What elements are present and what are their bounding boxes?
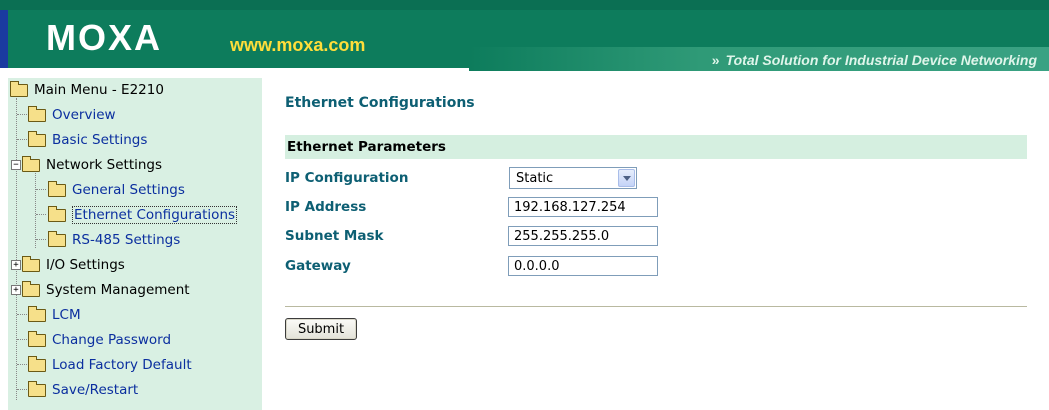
sidebar-item-io-settings[interactable]: + I/O Settings <box>11 254 125 276</box>
header-divider <box>0 71 1049 78</box>
tree-connector <box>16 98 17 400</box>
sidebar-item-label: RS-485 Settings <box>72 232 181 248</box>
tree-connector <box>17 339 27 340</box>
folder-icon <box>28 105 46 122</box>
section-header: Ethernet Parameters <box>285 135 1027 159</box>
sidebar-item-save-restart[interactable]: Save/Restart <box>28 379 138 401</box>
moxa-url-link[interactable]: www.moxa.com <box>230 35 365 55</box>
subnet-mask-input[interactable] <box>508 226 658 246</box>
ip-configuration-select[interactable]: Static <box>509 167 637 189</box>
ip-configuration-value: Static <box>516 171 554 186</box>
page-title: Ethernet Configurations <box>285 95 475 111</box>
tree-connector <box>35 173 36 248</box>
sidebar-item-label: Load Factory Default <box>52 357 192 373</box>
sidebar-item-label: Basic Settings <box>52 132 148 148</box>
sidebar-item-rs485-settings[interactable]: RS-485 Settings <box>48 229 180 251</box>
form-divider <box>285 306 1027 307</box>
main-content: Ethernet Configurations Ethernet Paramet… <box>263 78 1049 410</box>
tagline-text: Total Solution for Industrial Device Net… <box>725 52 1037 68</box>
tree-connector <box>36 189 46 190</box>
open-folder-icon <box>10 80 28 97</box>
sidebar-item-label: Network Settings <box>46 157 163 173</box>
tree-connector <box>36 239 46 240</box>
sidebar-menu-tree: Main Menu - E2210 Overview Basic Setting… <box>8 78 262 410</box>
tree-connector <box>17 114 27 115</box>
tagline: » Total Solution for Industrial Device Ne… <box>712 51 1037 69</box>
header-top-bar <box>0 0 1049 10</box>
tree-connector <box>36 214 46 215</box>
sidebar-item-lcm[interactable]: LCM <box>28 304 81 326</box>
sidebar-item-label: LCM <box>52 307 81 323</box>
expand-icon[interactable]: + <box>11 285 21 295</box>
tree-connector <box>17 139 27 140</box>
folder-icon <box>28 130 46 147</box>
collapse-icon[interactable]: − <box>11 160 21 170</box>
moxa-logo: MOXA <box>46 17 162 58</box>
folder-icon <box>28 330 46 347</box>
tree-connector <box>17 314 27 315</box>
gateway-input[interactable] <box>508 256 658 276</box>
sidebar-item-label: Ethernet Configurations <box>72 206 238 224</box>
folder-icon <box>48 230 66 247</box>
header-banner: MOXA www.moxa.com » Total Solution for In… <box>0 0 1049 78</box>
open-folder-icon <box>22 155 40 172</box>
tree-connector <box>17 389 27 390</box>
sidebar-root-label: Main Menu - E2210 <box>34 82 164 98</box>
folder-icon <box>28 305 46 322</box>
sidebar-item-label: Overview <box>52 107 116 123</box>
gateway-label: Gateway <box>285 258 351 274</box>
sidebar-root: Main Menu - E2210 <box>10 79 164 101</box>
sidebar-item-label: General Settings <box>72 182 185 198</box>
sidebar-item-overview[interactable]: Overview <box>28 104 116 126</box>
folder-icon <box>22 255 40 272</box>
folder-icon <box>28 380 46 397</box>
folder-icon <box>48 180 66 197</box>
sidebar-item-label: Change Password <box>52 332 172 348</box>
ip-address-label: IP Address <box>285 199 367 215</box>
ip-address-input[interactable] <box>508 197 658 217</box>
section-title: Ethernet Parameters <box>287 139 446 155</box>
sidebar-item-load-factory-default[interactable]: Load Factory Default <box>28 354 192 376</box>
sidebar-item-change-password[interactable]: Change Password <box>28 329 171 351</box>
tree-connector <box>17 364 27 365</box>
sidebar-item-network-settings[interactable]: − Network Settings <box>11 154 162 176</box>
sidebar-item-ethernet-configurations[interactable]: Ethernet Configurations <box>48 204 238 226</box>
submit-button[interactable]: Submit <box>285 318 357 340</box>
sidebar-item-label: I/O Settings <box>46 257 125 273</box>
sidebar-item-basic-settings[interactable]: Basic Settings <box>28 129 147 151</box>
folder-icon <box>28 355 46 372</box>
subnet-mask-label: Subnet Mask <box>285 228 384 244</box>
sidebar-item-system-management[interactable]: + System Management <box>11 279 190 301</box>
chevron-down-icon[interactable] <box>618 169 635 187</box>
double-chevron-icon: » <box>711 52 720 68</box>
folder-icon <box>22 280 40 297</box>
folder-icon <box>48 205 66 222</box>
ip-configuration-label: IP Configuration <box>285 170 409 186</box>
sidebar-item-label: Save/Restart <box>52 382 139 398</box>
sidebar-item-general-settings[interactable]: General Settings <box>48 179 185 201</box>
header-accent-strip <box>0 10 8 68</box>
sidebar-item-label: System Management <box>46 282 190 298</box>
expand-icon[interactable]: + <box>11 260 21 270</box>
